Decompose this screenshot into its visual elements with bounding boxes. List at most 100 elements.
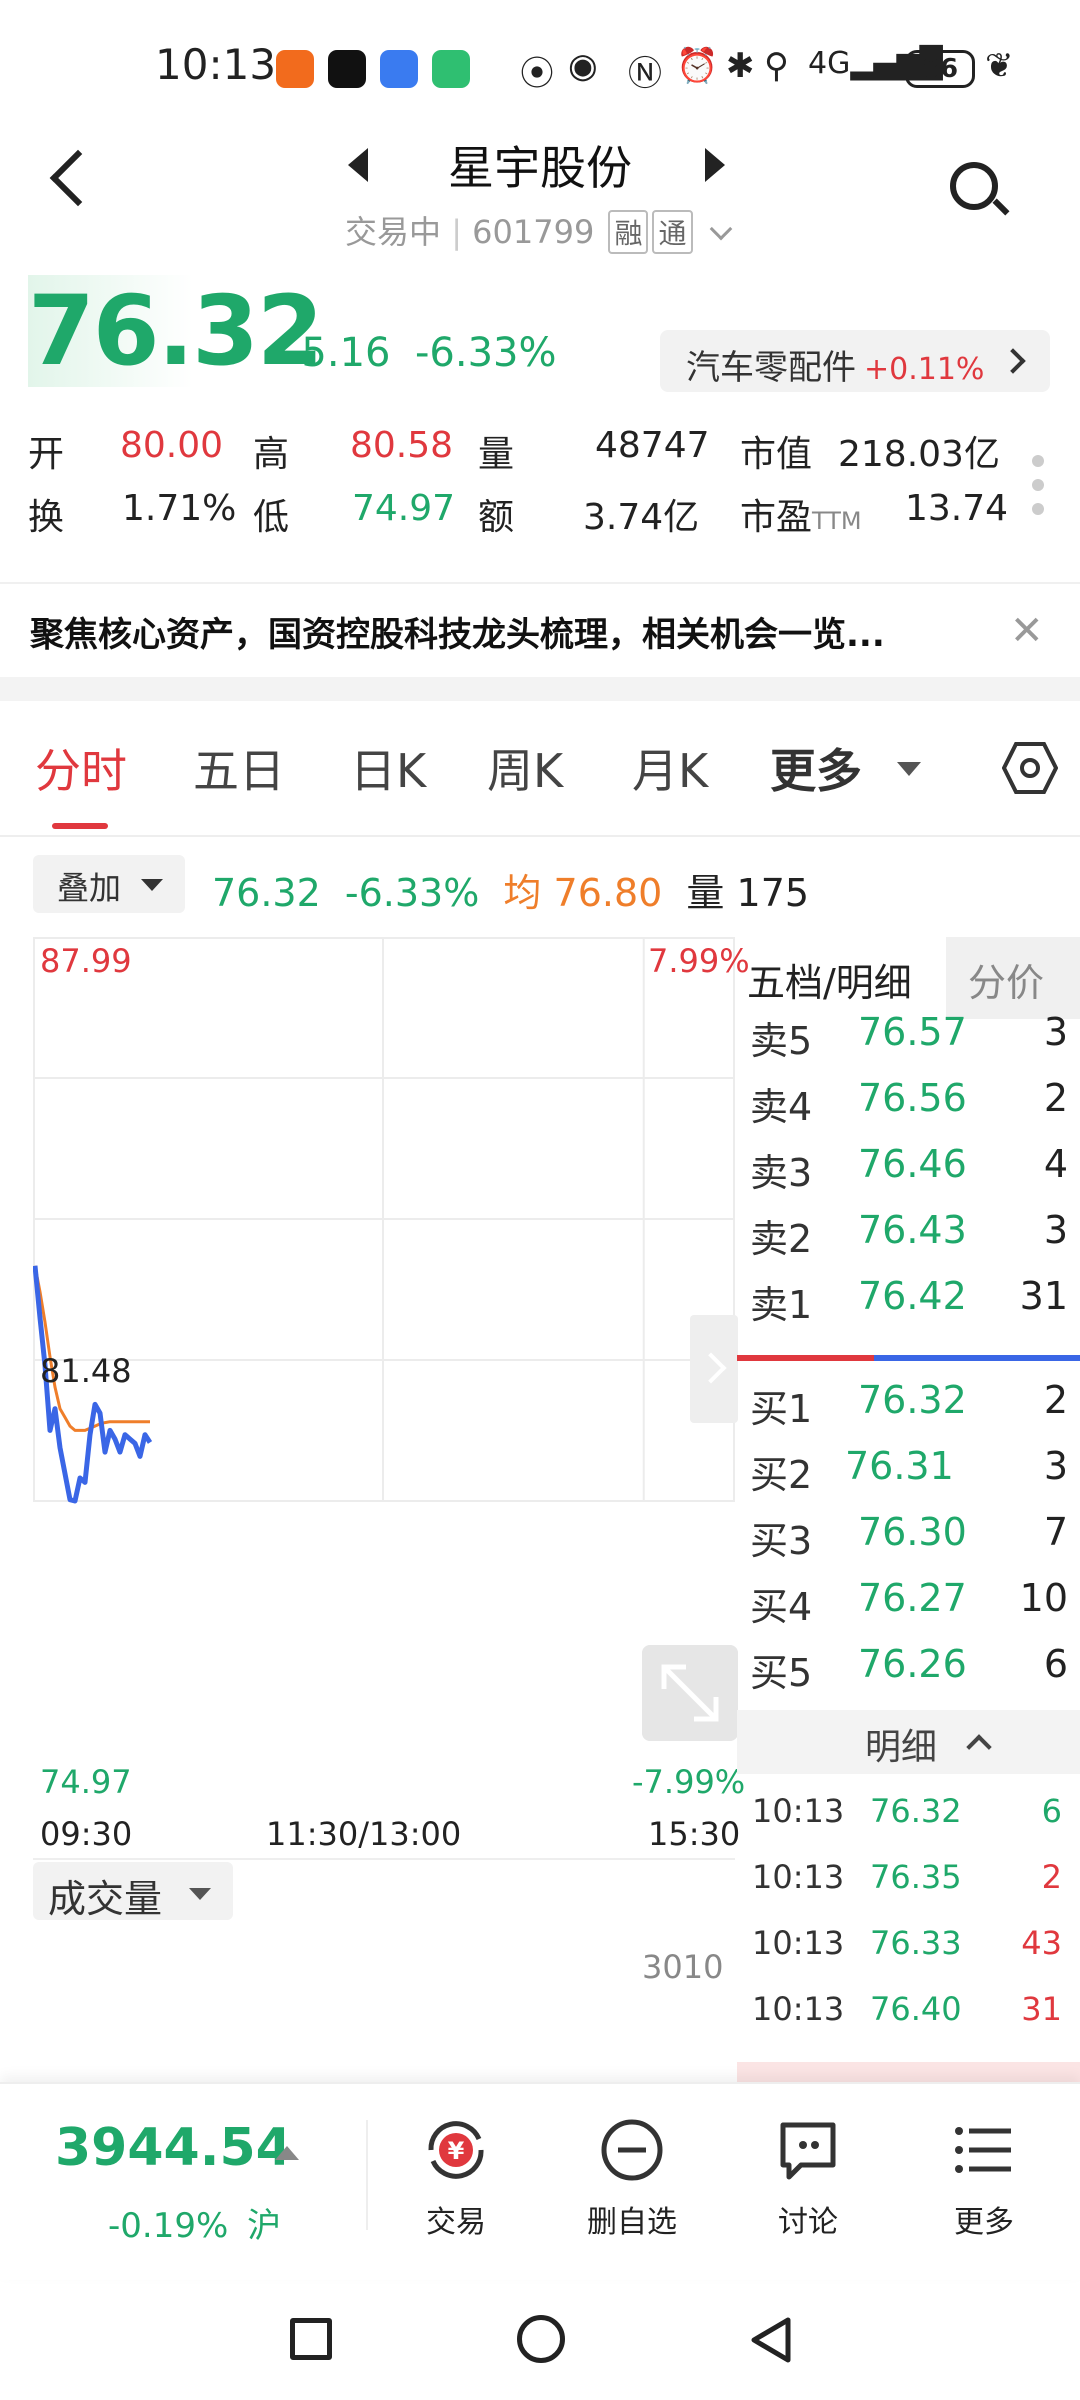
stat-turnover-label: 换: [28, 497, 65, 538]
leaf-icon: ❦: [985, 46, 1014, 86]
index-value[interactable]: 3944.54: [55, 2118, 292, 2178]
info-avg: 76.80: [553, 871, 663, 915]
bid-qty: 6: [1043, 1642, 1068, 1686]
bluetooth-icon: ✱: [726, 46, 755, 86]
ask-label: 卖4: [750, 1085, 813, 1129]
overlay-dropdown[interactable]: 叠加: [33, 855, 185, 913]
index-market: 沪: [247, 2206, 282, 2246]
trade-row: 10:13 76.35 2: [752, 1858, 1062, 1918]
pct-min-label: -7.99%: [632, 1763, 746, 1801]
y-mid-label: 81.48: [40, 1352, 132, 1390]
trade-price: 76.35: [870, 1858, 962, 1896]
ask-qty: 4: [1043, 1142, 1068, 1186]
app-icon-blue: [380, 50, 418, 88]
news-text[interactable]: 聚焦核心资产，国资控股科技龙头梳理，相关机会一览...: [30, 607, 885, 656]
menu-list-icon: [955, 2127, 1011, 2173]
info-pct: -6.33%: [344, 871, 480, 915]
ask-price: 76.43: [858, 1208, 967, 1252]
ask-price: 76.42: [858, 1274, 967, 1318]
trade-vol: 2: [1041, 1858, 1062, 1896]
bid-price: 76.27: [858, 1576, 967, 1620]
trade-button[interactable]: ¥ 交易: [396, 2115, 516, 2241]
tab-orderbook[interactable]: 五档/明细: [747, 952, 912, 1007]
trade-price: 76.40: [870, 1990, 962, 2028]
stat-pe: 13.74: [905, 488, 1009, 529]
next-stock-icon[interactable]: [705, 148, 725, 182]
trade-vol: 6: [1041, 1792, 1062, 1830]
tab-five-day[interactable]: 五日: [193, 735, 285, 801]
back-icon[interactable]: [49, 149, 107, 207]
stat-open: 80.00: [120, 425, 224, 466]
trade-vol: 31: [1021, 1990, 1062, 2028]
tab-weekly-k[interactable]: 周K: [487, 735, 563, 801]
minus-circle-icon: [601, 2119, 663, 2181]
trade-label: 交易: [426, 2205, 486, 2240]
toolbar-divider: [366, 2120, 368, 2230]
detail-bottom-strip: [737, 2062, 1080, 2082]
ask-row: 卖1 76.42 31: [750, 1274, 1070, 1334]
more-dots-icon[interactable]: [1032, 455, 1046, 527]
sector-chip[interactable]: 汽车零配件 +0.11%: [660, 330, 1050, 392]
tab-divider: [0, 835, 1080, 837]
bid-label: 买3: [750, 1519, 813, 1563]
hd-icon: ⦿: [520, 54, 554, 94]
panel-toggle-handle[interactable]: [690, 1315, 738, 1423]
ask-qty: 31: [1019, 1274, 1068, 1318]
tab-price-dist[interactable]: 分价: [968, 952, 1044, 1007]
volume-dropdown[interactable]: 成交量: [33, 1862, 233, 1921]
x-tick-open: 09:30: [40, 1815, 133, 1853]
info-vol-label: 量: [686, 871, 725, 915]
recents-icon[interactable]: [290, 2318, 332, 2360]
app-icon-orange: [276, 50, 314, 88]
bid-ask-divider: [737, 1355, 1080, 1361]
tab-daily-k[interactable]: 日K: [350, 735, 426, 801]
back-nav-icon[interactable]: [748, 2316, 796, 2364]
stat-high: 80.58: [350, 425, 454, 466]
stat-low-label: 低: [253, 497, 290, 538]
close-icon[interactable]: ✕: [1010, 608, 1044, 654]
index-change-pct: -0.19%: [108, 2206, 229, 2246]
ask-qty: 3: [1043, 1208, 1068, 1252]
caret-up-icon[interactable]: [275, 2146, 299, 2160]
chat-icon: [780, 2122, 836, 2180]
location-icon: ⚲: [764, 46, 789, 86]
settings-hex-icon[interactable]: [1002, 740, 1058, 796]
remove-watchlist-button[interactable]: 删自选: [572, 2115, 692, 2241]
ask-label: 卖3: [750, 1151, 813, 1195]
intraday-chart[interactable]: [33, 937, 735, 1801]
x-tick-close: 15:30: [648, 1815, 741, 1853]
stat-vol-label: 量: [478, 434, 515, 475]
tab-intraday[interactable]: 分时: [35, 735, 127, 801]
ask-label: 卖5: [750, 1019, 813, 1063]
tab-monthly-k[interactable]: 月K: [632, 735, 708, 801]
caret-down-icon: [897, 762, 921, 776]
status-bar: 10:13 ⦿ ◉ Ⓝ ⏰ ✱ ⚲ 4G▂▄▆█ 86 ❦: [0, 0, 1080, 135]
ask-qty: 3: [1043, 1010, 1068, 1054]
detail-label[interactable]: 明细: [865, 1718, 937, 1770]
trade-time: 10:13: [752, 1990, 845, 2028]
stat-vol: 48747: [595, 425, 710, 466]
index-change[interactable]: -0.19% 沪: [108, 2198, 281, 2247]
app-icon-green: [432, 50, 470, 88]
discuss-label: 讨论: [778, 2205, 838, 2240]
bid-price: 76.31: [845, 1444, 954, 1488]
stat-pe-label: 市盈TTM: [740, 488, 862, 540]
tab-more[interactable]: 更多: [770, 735, 862, 801]
battery-icon: 86: [905, 50, 975, 88]
x-tick-noon: 11:30/13:00: [266, 1815, 462, 1853]
home-icon[interactable]: [517, 2315, 565, 2363]
stock-subline[interactable]: 交易中 | 601799 融通: [345, 207, 732, 254]
stock-code: 601799: [472, 213, 595, 251]
expand-icon[interactable]: [642, 1645, 738, 1741]
tab-indicator: [52, 823, 108, 829]
stat-pe-text: 市盈: [740, 497, 813, 538]
more-button[interactable]: 更多: [924, 2115, 1044, 2241]
search-icon[interactable]: [950, 162, 998, 210]
discuss-button[interactable]: 讨论: [748, 2115, 868, 2241]
bid-qty: 7: [1043, 1510, 1068, 1554]
prev-stock-icon[interactable]: [348, 148, 368, 182]
stat-turnover: 1.71%: [122, 488, 237, 529]
sector-pct: +0.11%: [864, 352, 985, 387]
chart-grid: [33, 937, 735, 1502]
ask-row: 卖3 76.46 4: [750, 1142, 1070, 1202]
